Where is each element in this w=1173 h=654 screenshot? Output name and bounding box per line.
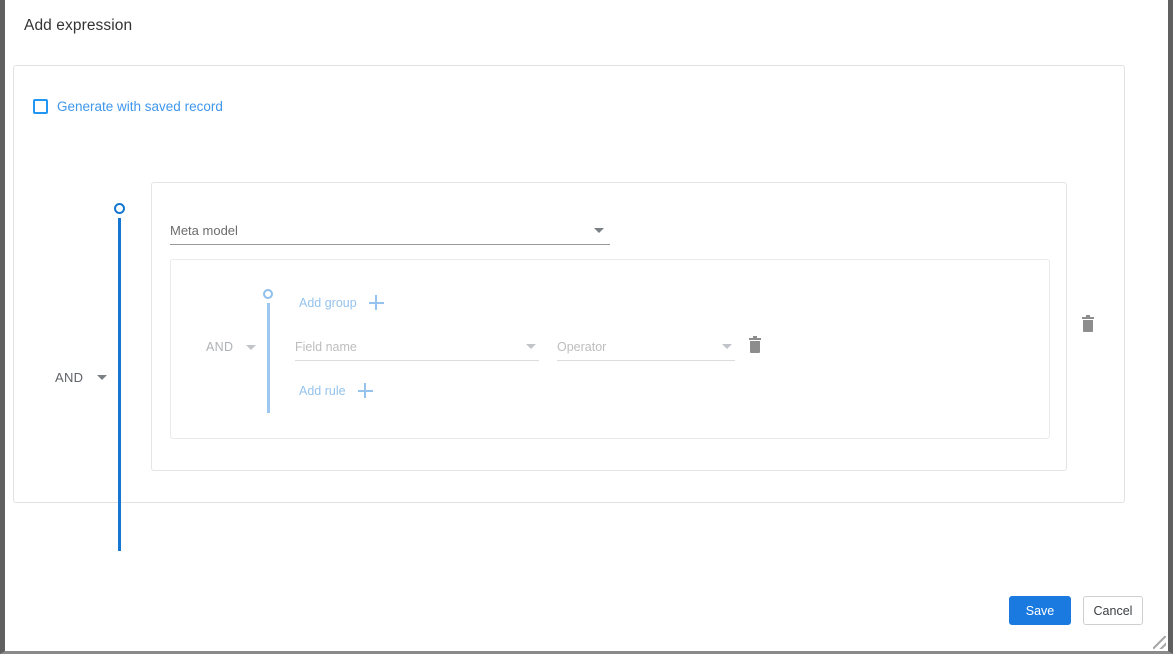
delete-rule-button[interactable] xyxy=(749,336,761,353)
resize-grip-icon[interactable] xyxy=(1153,636,1166,649)
trash-icon-body xyxy=(1083,320,1093,332)
add-group-label: Add group xyxy=(299,295,357,310)
generate-with-saved-record-label: Generate with saved record xyxy=(57,99,223,114)
expression-builder-card: Generate with saved record AND Add expre… xyxy=(13,65,1125,551)
group-join-operator-value: AND xyxy=(206,340,234,354)
plus-icon[interactable] xyxy=(368,295,384,310)
expression-join-operator-value: AND xyxy=(55,370,84,385)
cancel-button[interactable]: Cancel xyxy=(1083,596,1143,625)
add-rule-button[interactable]: Add rule xyxy=(299,383,373,398)
add-group-button[interactable]: Add group xyxy=(299,295,384,310)
group-join-operator-select[interactable]: AND xyxy=(206,340,257,354)
rail-line xyxy=(118,218,121,551)
meta-model-select[interactable]: Meta model xyxy=(170,217,610,245)
trash-icon-lid xyxy=(1082,317,1094,319)
meta-model-value: Meta model xyxy=(170,223,238,238)
chevron-down-icon xyxy=(722,344,732,349)
delete-expression-button[interactable] xyxy=(1082,315,1094,332)
page-title: Add expression xyxy=(24,17,133,34)
chevron-down-icon xyxy=(246,344,257,350)
dialog-footer: Save Cancel xyxy=(5,596,1165,625)
operator-value: Operator xyxy=(557,339,607,354)
field-name-select[interactable]: Field name xyxy=(295,333,539,361)
rail-line xyxy=(267,303,270,413)
condition-group-card: Add group AND Field name Operator Add ru… xyxy=(170,259,1050,439)
operator-select[interactable]: Operator xyxy=(557,333,735,361)
chevron-down-icon xyxy=(97,375,108,380)
plus-icon[interactable] xyxy=(357,383,373,398)
expression-card: Meta model Add group AND Field name Oper… xyxy=(151,182,1067,471)
save-button[interactable]: Save xyxy=(1009,596,1071,625)
add-rule-label: Add rule xyxy=(299,383,346,398)
chevron-down-icon xyxy=(526,344,536,349)
chevron-down-icon xyxy=(594,228,604,233)
generate-with-saved-record-row[interactable]: Generate with saved record xyxy=(33,99,223,114)
rail-node-icon xyxy=(263,289,273,299)
rail-node-icon xyxy=(114,203,125,214)
field-name-value: Field name xyxy=(295,339,357,354)
dialog-window: Add expression Generate with saved recor… xyxy=(0,0,1173,654)
expression-join-operator-select[interactable]: AND xyxy=(55,370,108,385)
checkbox-unchecked-icon[interactable] xyxy=(33,99,48,114)
rule-row: Field name Operator xyxy=(295,333,735,361)
trash-icon-body xyxy=(750,341,760,353)
trash-icon-lid xyxy=(749,338,761,340)
